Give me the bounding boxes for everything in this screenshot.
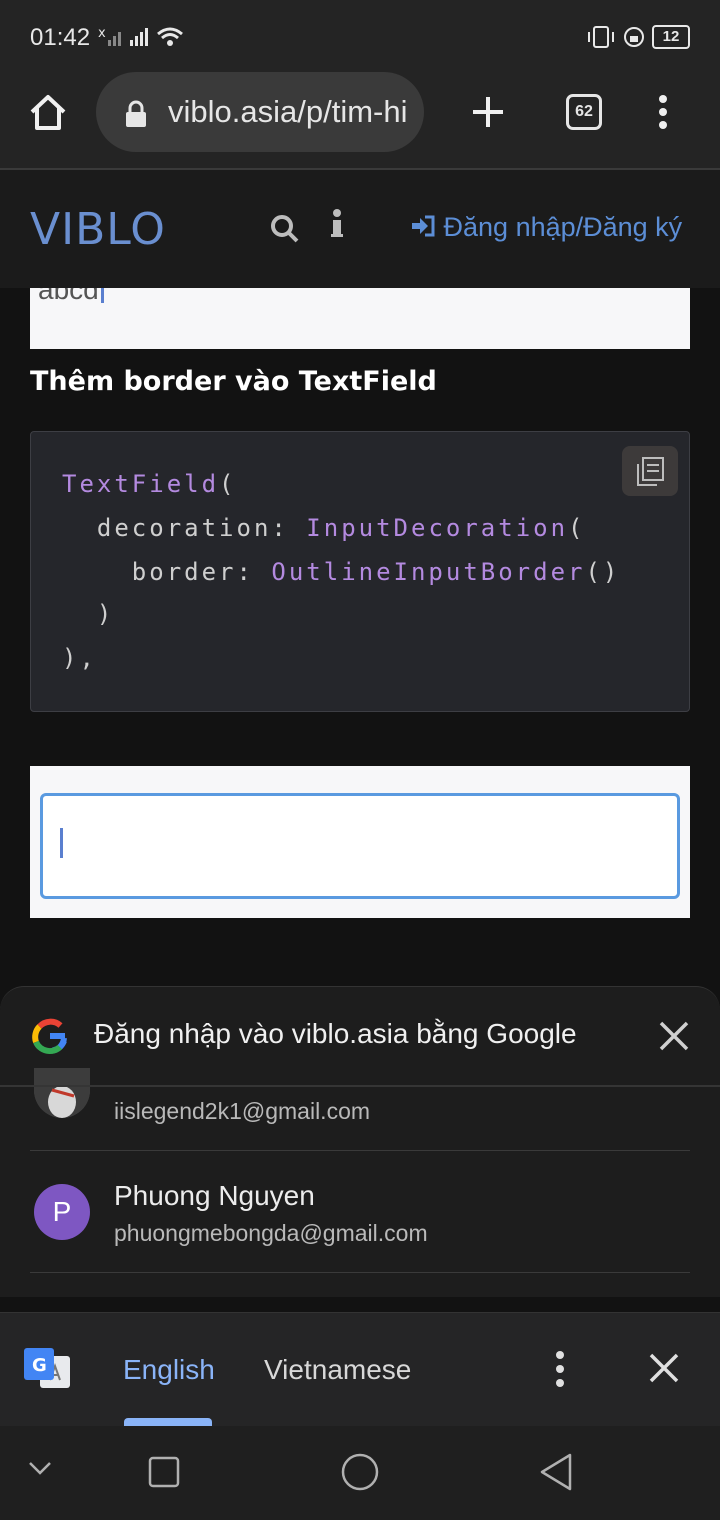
login-label: Đăng nhập/Đăng ký: [443, 212, 683, 242]
url-text[interactable]: viblo.asia/p/tim-hieu: [168, 94, 408, 130]
active-tab-indicator: [124, 1418, 212, 1426]
svg-text:x: x: [98, 26, 106, 41]
tab-switcher-button[interactable]: 62: [566, 94, 602, 130]
account-email[interactable]: phuongmebongda@gmail.com: [114, 1220, 428, 1247]
copy-icon: [637, 457, 664, 486]
status-time: 01:42: [30, 24, 91, 51]
more-menu-icon[interactable]: [656, 94, 670, 130]
google-logo-icon: [31, 1017, 68, 1054]
code-line-1: TextField(: [62, 470, 237, 498]
account-name[interactable]: Phuong Nguyen: [114, 1180, 315, 1212]
demo-input-value: abcd: [38, 288, 104, 306]
code-line-3: border: OutlineInputBorder(): [62, 558, 621, 586]
close-icon[interactable]: [648, 1352, 680, 1384]
account-email[interactable]: iislegend2k1@gmail.com: [114, 1098, 370, 1125]
translate-options-icon[interactable]: [553, 1350, 567, 1388]
avatar[interactable]: P: [34, 1184, 90, 1240]
search-icon[interactable]: [270, 214, 300, 244]
home-nav-icon[interactable]: [340, 1452, 380, 1492]
svg-text:G: G: [32, 1355, 47, 1376]
code-line-2: decoration: InputDecoration(: [62, 514, 586, 542]
divider: [30, 1150, 690, 1151]
signal-icons: x: [98, 24, 188, 55]
new-tab-icon[interactable]: [470, 94, 506, 130]
home-icon[interactable]: [28, 92, 68, 132]
tab-english[interactable]: English: [123, 1354, 215, 1386]
status-right-icons: 12: [586, 24, 690, 50]
code-line-4: ): [62, 600, 115, 628]
code-line-5: ),: [62, 644, 97, 672]
divider: [30, 1272, 690, 1273]
close-icon[interactable]: [658, 1020, 690, 1052]
sheet-header-divider: [0, 1085, 720, 1087]
viblo-logo[interactable]: VIBLO: [30, 204, 166, 255]
signin-sheet-title: Đăng nhập vào viblo.asia bằng Google: [94, 1018, 577, 1049]
tab-vietnamese[interactable]: Vietnamese: [264, 1354, 411, 1386]
outlined-text-field[interactable]: [40, 793, 680, 899]
lock-icon[interactable]: [124, 100, 148, 128]
recents-icon[interactable]: [148, 1456, 180, 1488]
battery-icon: 12: [652, 25, 690, 49]
cellular-signal-icon: x: [98, 26, 183, 46]
info-icon[interactable]: [330, 208, 344, 240]
text-caret: [100, 288, 104, 303]
vibrate-icon: [587, 26, 644, 48]
sign-in-icon: [412, 215, 435, 237]
back-icon[interactable]: [538, 1452, 574, 1492]
section-heading: Thêm border vào TextField: [30, 366, 437, 397]
textfield-demo-panel: abcd: [30, 288, 690, 349]
chevron-down-icon[interactable]: [28, 1460, 52, 1476]
google-translate-icon[interactable]: G: [24, 1346, 72, 1392]
text-caret: [60, 828, 63, 858]
copy-code-button[interactable]: [622, 446, 678, 496]
login-link[interactable]: Đăng nhập/Đăng ký: [410, 212, 682, 243]
